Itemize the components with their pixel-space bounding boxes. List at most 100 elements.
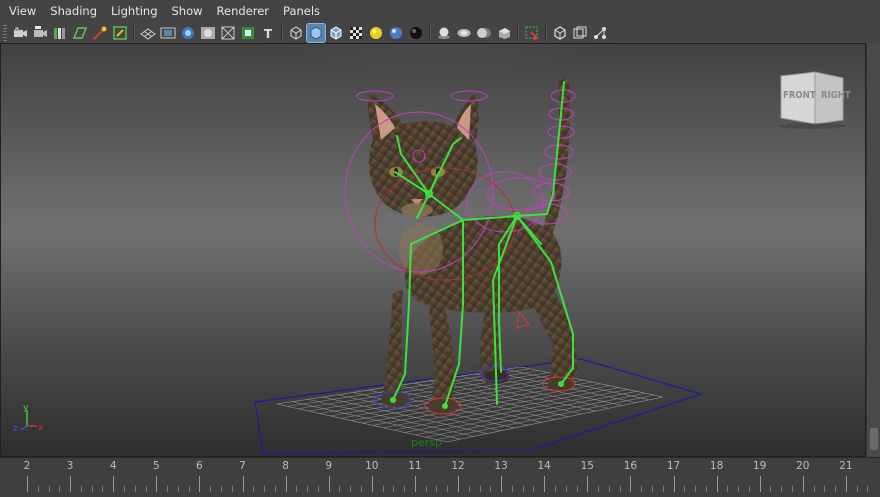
time-slider-ticks: 2 3 4 5 6 7 8 9 10 11 12 13 14 15 16 17 18 19 20 21 [0,458,880,497]
viewcube-right-label[interactable]: RIGHT [821,90,851,101]
use-lights-icon[interactable] [367,24,385,42]
safe-action-icon[interactable] [239,24,257,42]
film-gate-icon[interactable] [159,24,177,42]
frame-tick-minor [167,486,169,492]
scene-canvas [161,44,721,454]
axis-gizmo: y x z [13,402,49,436]
wireframe-on-shaded-icon[interactable] [327,24,345,42]
xray-icon[interactable] [551,24,569,42]
frame-tick-major [27,476,28,492]
multisample-aa-icon[interactable] [455,24,473,42]
safe-title-icon[interactable]: T [259,24,277,42]
menu-lighting[interactable]: Lighting [104,0,164,22]
frame-tick-minor [210,486,212,492]
3d-viewport[interactable]: FRONT RIGHT y x z persp [0,43,866,457]
frame-tick-minor [565,486,567,492]
frame-tick-label: 10 [365,460,379,472]
frame-tick-minor [264,486,266,492]
frame-tick-minor [274,486,276,492]
frame-tick-label: 6 [196,460,203,472]
frame-tick-minor [231,486,233,492]
frame-tick-minor [662,486,664,492]
frame-tick-minor [695,486,697,492]
frame-tick-minor [684,486,686,492]
menu-renderer[interactable]: Renderer [210,0,277,22]
frame-tick-label: 7 [239,460,246,472]
2d-pan-zoom-icon[interactable] [91,24,109,42]
frame-tick-minor [350,486,352,492]
frame-tick-label: 8 [282,460,289,472]
time-slider[interactable]: 2 3 4 5 6 7 8 9 10 11 12 13 14 15 16 17 18 19 20 21 [0,457,880,497]
xray-active-components-icon[interactable] [571,24,589,42]
frame-tick-minor [393,486,395,492]
viewcube[interactable]: FRONT RIGHT [777,70,851,130]
viewcube-front-label[interactable]: FRONT [783,90,816,101]
frame-tick-minor [447,486,449,492]
frame-tick-minor [770,486,772,492]
grease-pencil-icon[interactable] [111,24,129,42]
xray-joints-icon[interactable] [591,24,609,42]
frame-tick-minor [867,486,869,492]
bookmarks-icon[interactable] [51,24,69,42]
depth-of-field-icon[interactable] [475,24,493,42]
select-camera-icon[interactable] [11,24,29,42]
frame-tick-minor [80,486,82,492]
frame-tick-minor [177,486,179,492]
toolbar-grip[interactable] [3,24,7,41]
isolate-select-icon[interactable] [523,24,541,42]
wireframe-icon[interactable] [287,24,305,42]
menu-view[interactable]: View [2,0,43,22]
menu-show[interactable]: Show [165,0,210,22]
frame-tick-label: 20 [796,460,810,472]
field-chart-icon[interactable] [219,24,237,42]
frame-tick-minor [59,486,61,492]
frame-tick-label: 17 [666,460,681,472]
frame-tick-minor [813,486,815,492]
frame-tick-minor [48,486,50,492]
frame-tick-minor [479,486,481,492]
frame-tick-major [414,476,416,492]
frame-tick-label: 14 [537,460,551,472]
frame-tick-minor [490,486,492,492]
grid-icon[interactable] [139,24,157,42]
frame-tick-minor [404,486,406,492]
frame-tick-minor [253,486,255,492]
toolbar-separator [545,24,547,41]
frame-tick-minor [145,486,147,492]
frame-tick-minor [339,486,341,492]
screen-space-ao-icon[interactable] [407,24,425,42]
menu-shading[interactable]: Shading [43,0,104,22]
frame-tick-minor [134,486,136,492]
viewport-scrollbar[interactable] [866,43,880,457]
frame-tick-minor [102,486,104,492]
frame-tick-minor [792,486,794,492]
ground-grid [276,366,664,443]
toolbar-separator [133,24,135,41]
frame-tick-minor [522,486,524,492]
menu-panels[interactable]: Panels [276,0,327,22]
scrollbar-thumb[interactable] [870,428,878,450]
frame-tick-minor [641,486,643,492]
motion-blur-icon[interactable] [435,24,453,42]
camera-attributes-icon[interactable] [31,24,49,42]
resolution-gate-icon[interactable] [179,24,197,42]
textured-icon[interactable] [347,24,365,42]
axis-x-label: x [38,423,44,433]
frame-tick-minor [619,486,621,492]
maya-viewport-panel: View Shading Lighting Show Renderer Pane… [0,0,880,497]
frame-tick-minor [91,486,93,492]
smooth-shade-icon[interactable] [306,22,326,43]
axis-z-label: z [13,424,18,434]
frame-tick-major [371,476,373,492]
hardware-fog-icon[interactable] [495,24,513,42]
gate-mask-icon[interactable] [199,24,217,42]
shadows-icon[interactable] [387,24,405,42]
frame-tick-minor [554,486,556,492]
image-plane-icon[interactable] [71,24,89,42]
frame-tick-minor [317,486,319,492]
camera-name-label: persp [411,436,442,449]
frame-tick-minor [835,486,837,492]
frame-tick-minor [468,486,470,492]
axis-gizmo-lines: y x z [13,403,44,434]
panel-menu-bar: View Shading Lighting Show Renderer Pane… [0,0,880,22]
